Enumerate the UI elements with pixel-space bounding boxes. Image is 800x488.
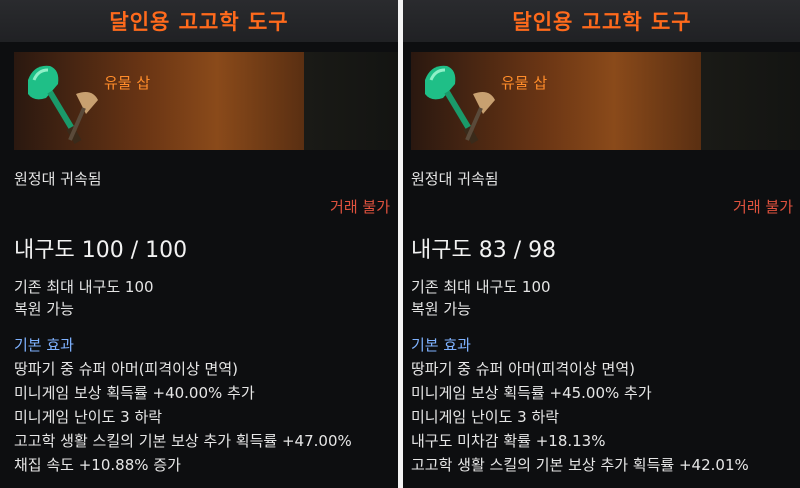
effect-line: 미니게임 보상 획득률 +40.00% 추가 (14, 384, 255, 402)
effect-line: 땅파기 중 슈퍼 아머(피격이상 면역) (411, 360, 635, 378)
tooltip-title: 달인용 고고학 도구 (403, 0, 800, 42)
trade-status: 거래 불가 (330, 198, 390, 216)
tooltip-panel-left: 달인용 고고학 도구 유물 삽 원정대 귀속됨 거래 불가 내구도 100 / … (0, 0, 398, 488)
bound-status: 원정대 귀속됨 (411, 170, 499, 188)
durability: 내구도 83 / 98 (411, 238, 557, 263)
effect-line: 채집 속도 +10.88% 증가 (14, 456, 181, 474)
effect-line: 땅파기 중 슈퍼 아머(피격이상 면역) (14, 360, 238, 378)
restore-status: 복원 가능 (411, 300, 471, 318)
max-durability: 기존 최대 내구도 100 (14, 278, 154, 296)
tooltip-title: 달인용 고고학 도구 (0, 0, 398, 42)
shovel-icon (20, 58, 110, 148)
item-name: 유물 삽 (501, 74, 548, 92)
item-banner: 유물 삽 (14, 52, 304, 150)
effect-line: 고고학 생활 스킬의 기본 보상 추가 획득률 +42.01% (411, 456, 749, 474)
effect-line: 고고학 생활 스킬의 기본 보상 추가 획득률 +47.00% (14, 432, 352, 450)
effect-line: 미니게임 난이도 3 하락 (14, 408, 163, 426)
shovel-icon (417, 58, 507, 148)
bound-status: 원정대 귀속됨 (14, 170, 102, 188)
section-header-basic-effects: 기본 효과 (14, 336, 74, 354)
effect-line: 미니게임 난이도 3 하락 (411, 408, 560, 426)
item-banner: 유물 삽 (411, 52, 701, 150)
banner-background (304, 52, 398, 150)
tooltip-panel-right: 달인용 고고학 도구 유물 삽 원정대 귀속됨 거래 불가 내구도 83 / 9… (403, 0, 800, 488)
effect-line: 내구도 미차감 확률 +18.13% (411, 432, 606, 450)
durability: 내구도 100 / 100 (14, 238, 188, 263)
banner-background (701, 52, 800, 150)
max-durability: 기존 최대 내구도 100 (411, 278, 551, 296)
trade-status: 거래 불가 (733, 198, 793, 216)
effect-line: 미니게임 보상 획득률 +45.00% 추가 (411, 384, 652, 402)
restore-status: 복원 가능 (14, 300, 74, 318)
section-header-basic-effects: 기본 효과 (411, 336, 471, 354)
item-name: 유물 삽 (104, 74, 151, 92)
